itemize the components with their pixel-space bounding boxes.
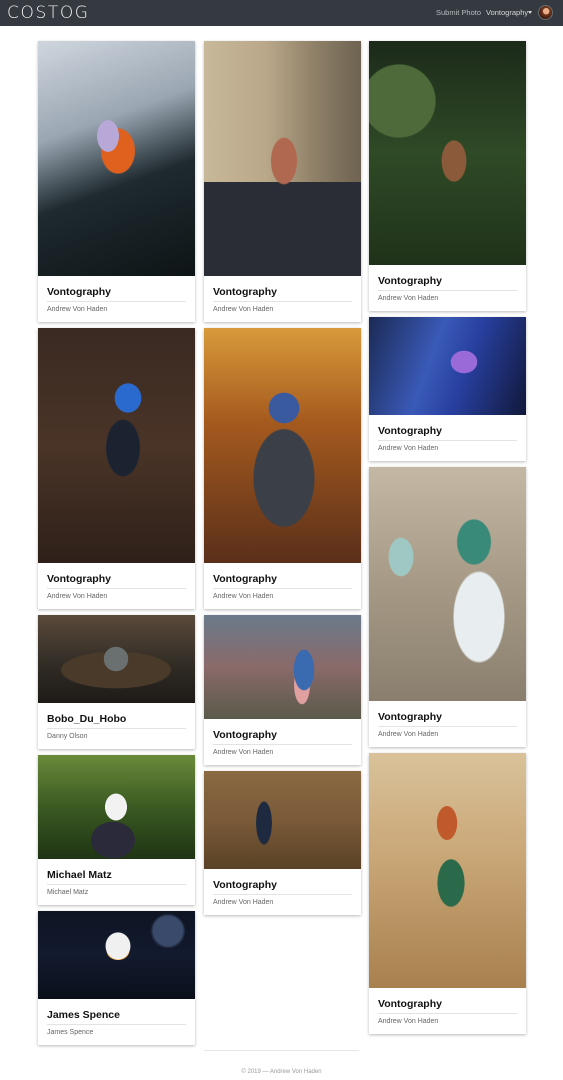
card-divider xyxy=(47,301,186,302)
user-avatar[interactable] xyxy=(538,5,553,20)
submit-photo-link[interactable]: Submit Photo xyxy=(436,8,481,18)
card-author: Andrew Von Haden xyxy=(378,1018,439,1025)
card-divider xyxy=(213,894,352,895)
card-title[interactable]: James Spence xyxy=(47,1009,120,1022)
card-title[interactable]: Vontography xyxy=(378,711,442,724)
photo-image[interactable] xyxy=(204,615,361,719)
chevron-down-icon[interactable] xyxy=(528,11,532,14)
top-navbar: COSTOG Submit Photo Vontography xyxy=(0,0,563,26)
card-author: Andrew Von Haden xyxy=(378,731,439,738)
footer-divider xyxy=(204,1050,359,1051)
card-divider xyxy=(378,726,517,727)
card-title[interactable]: Vontography xyxy=(213,879,277,892)
photo-card[interactable]: Vontography Andrew Von Haden xyxy=(204,41,361,322)
footer-copyright: © 2019 — Andrew Von Haden xyxy=(241,1069,322,1075)
card-divider xyxy=(47,728,186,729)
card-title[interactable]: Vontography xyxy=(213,286,277,299)
card-author: Andrew Von Haden xyxy=(213,749,274,756)
card-divider xyxy=(213,744,352,745)
photo-image[interactable] xyxy=(369,467,526,701)
photo-image[interactable] xyxy=(204,41,361,276)
card-title[interactable]: Vontography xyxy=(378,998,442,1011)
card-author: James Spence xyxy=(47,1029,94,1036)
card-title[interactable]: Vontography xyxy=(213,573,277,586)
photo-image[interactable] xyxy=(38,328,195,563)
card-divider xyxy=(378,440,517,441)
card-title[interactable]: Vontography xyxy=(378,275,442,288)
card-author: Andrew Von Haden xyxy=(378,295,439,302)
card-divider xyxy=(213,301,352,302)
photo-card[interactable]: Vontography Andrew Von Haden xyxy=(369,467,526,747)
photo-card[interactable]: Vontography Andrew Von Haden xyxy=(204,328,361,609)
card-divider xyxy=(213,588,352,589)
card-title[interactable]: Michael Matz xyxy=(47,869,112,882)
photo-image[interactable] xyxy=(369,41,526,265)
photo-card[interactable]: Vontography Andrew Von Haden xyxy=(204,615,361,765)
photo-card[interactable]: Vontography Andrew Von Haden xyxy=(369,753,526,1034)
user-menu-toggle[interactable]: Vontography xyxy=(486,8,528,18)
card-title[interactable]: Vontography xyxy=(213,729,277,742)
card-author: Michael Matz xyxy=(47,889,89,896)
card-author: Andrew Von Haden xyxy=(47,306,108,313)
photo-card[interactable]: Vontography Andrew Von Haden xyxy=(38,41,195,322)
card-title[interactable]: Bobo_Du_Hobo xyxy=(47,713,126,726)
photo-card[interactable]: James Spence James Spence xyxy=(38,911,195,1045)
photo-image[interactable] xyxy=(369,753,526,988)
photo-card[interactable]: Vontography Andrew Von Haden xyxy=(369,317,526,461)
photo-card[interactable]: Michael Matz Michael Matz xyxy=(38,755,195,905)
photo-image[interactable] xyxy=(204,771,361,869)
photo-image[interactable] xyxy=(38,755,195,859)
card-divider xyxy=(47,588,186,589)
card-author: Andrew Von Haden xyxy=(213,593,274,600)
photo-card[interactable]: Bobo_Du_Hobo Danny Olson xyxy=(38,615,195,749)
photo-card[interactable]: Vontography Andrew Von Haden xyxy=(369,41,526,311)
card-author: Andrew Von Haden xyxy=(213,306,274,313)
card-author: Andrew Von Haden xyxy=(378,445,439,452)
photo-image[interactable] xyxy=(38,41,195,276)
photo-image[interactable] xyxy=(369,317,526,415)
card-divider xyxy=(47,1024,186,1025)
photo-image[interactable] xyxy=(204,328,361,563)
card-divider xyxy=(378,1013,517,1014)
card-title[interactable]: Vontography xyxy=(47,286,111,299)
card-author: Andrew Von Haden xyxy=(213,899,274,906)
card-title[interactable]: Vontography xyxy=(47,573,111,586)
photo-card[interactable]: Vontography Andrew Von Haden xyxy=(204,771,361,915)
card-divider xyxy=(378,290,517,291)
card-author: Danny Olson xyxy=(47,733,88,740)
card-title[interactable]: Vontography xyxy=(378,425,442,438)
brand-logo[interactable]: COSTOG xyxy=(7,2,90,24)
photo-image[interactable] xyxy=(38,911,195,999)
photo-card[interactable]: Vontography Andrew Von Haden xyxy=(38,328,195,609)
card-divider xyxy=(47,884,186,885)
card-author: Andrew Von Haden xyxy=(47,593,108,600)
photo-image[interactable] xyxy=(38,615,195,703)
